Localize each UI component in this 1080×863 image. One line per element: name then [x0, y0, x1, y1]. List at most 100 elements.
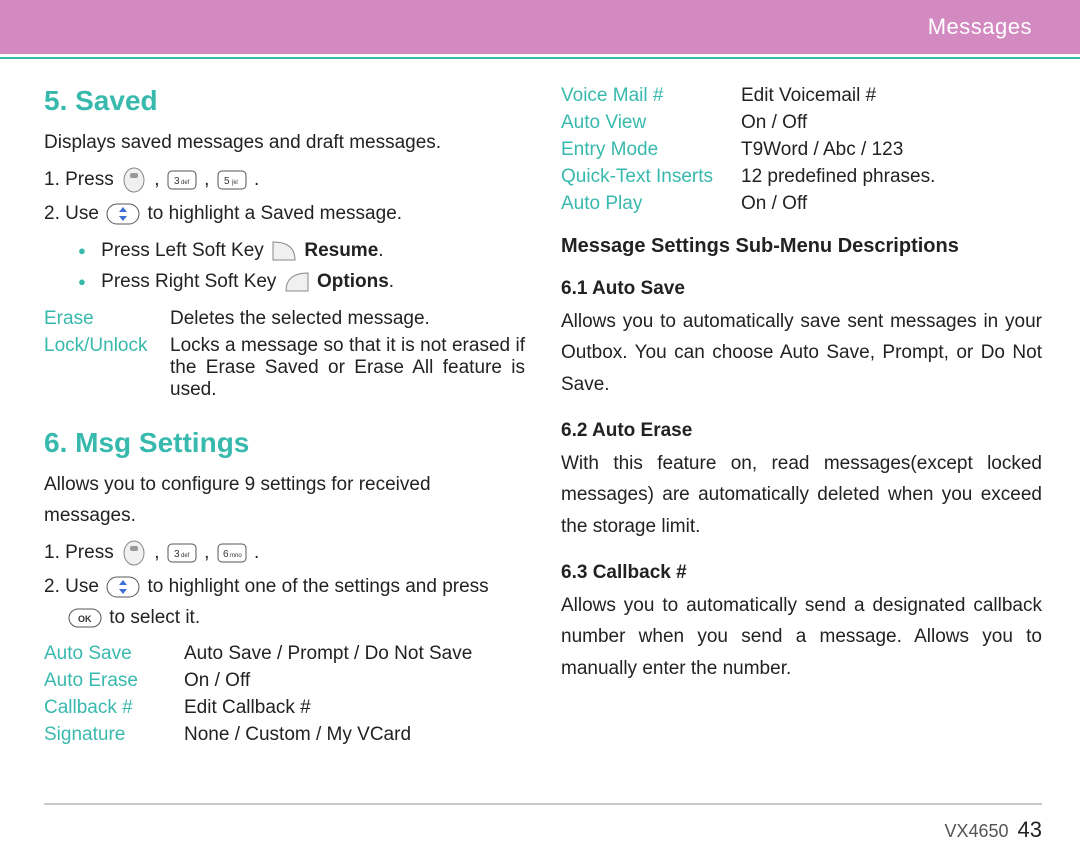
- footer-model: VX4650: [944, 821, 1008, 841]
- ok-key-icon: [121, 167, 147, 193]
- saved-step-2: 2. Use to highlight a Saved message.: [44, 198, 525, 229]
- footer-text: VX4650 43: [0, 817, 1080, 863]
- left-softkey-icon: [271, 240, 297, 262]
- bullet1-bold: Resume: [304, 240, 378, 261]
- bullet2-bold: Options: [317, 271, 389, 292]
- svg-text:OK: OK: [78, 614, 92, 624]
- row-voicemail: Voice Mail # Edit Voicemail #: [561, 85, 1042, 107]
- t-sig: Signature: [44, 724, 184, 746]
- t-em: Entry Mode: [561, 139, 741, 161]
- mp1: .: [249, 542, 260, 563]
- row-erase: Erase Deletes the selected message.: [44, 308, 525, 330]
- heading-msg-settings: 6. Msg Settings: [44, 427, 525, 459]
- val-erase: Deletes the selected message.: [170, 308, 525, 330]
- term-lock: Lock/Unlock: [44, 335, 170, 357]
- ms2-pre: 2. Use: [44, 576, 104, 597]
- svg-text:jkl: jkl: [231, 180, 238, 186]
- ms2-post: to select it.: [109, 607, 200, 628]
- ok-text-key-icon: OK: [68, 608, 102, 628]
- bullet1-pre: Press Left Soft Key: [101, 240, 269, 261]
- heading-saved: 5. Saved: [44, 85, 525, 117]
- ms2-mid: to highlight one of the settings and pre…: [147, 576, 488, 597]
- svg-text:def: def: [181, 180, 190, 186]
- sub-menu-heading: Message Settings Sub-Menu Descriptions: [561, 235, 1042, 258]
- saved-intro: Displays saved messages and draft messag…: [44, 127, 525, 158]
- msg-steps: 1. Press , 3def , 6mno . 2. Use: [44, 537, 525, 633]
- v-ap: On / Off: [741, 193, 1042, 215]
- section-title: Messages: [928, 14, 1032, 40]
- heading-autoerase: 6.2 Auto Erase: [561, 420, 1042, 442]
- v-as: Auto Save / Prompt / Do Not Save: [184, 643, 525, 665]
- footer-page: 43: [1018, 817, 1042, 842]
- footer-divider: [44, 803, 1042, 805]
- nav-key-icon: [106, 203, 140, 225]
- bullet-options: Press Right Soft Key Options.: [78, 266, 525, 297]
- nav-key-icon2: [106, 576, 140, 598]
- key-6-icon: 6mno: [217, 543, 247, 563]
- ms1-pre: 1. Press: [44, 542, 119, 563]
- v-vm: Edit Voicemail #: [741, 85, 1042, 107]
- bullet-resume: Press Left Soft Key Resume.: [78, 235, 525, 266]
- t-as: Auto Save: [44, 643, 184, 665]
- msg-intro: Allows you to configure 9 settings for r…: [44, 469, 525, 532]
- footer: VX4650 43: [0, 803, 1080, 863]
- msg-settings-table: Auto Save Auto Save / Prompt / Do Not Sa…: [44, 643, 525, 746]
- msg-step-2: 2. Use to highlight one of the settings …: [44, 571, 525, 634]
- row-lock: Lock/Unlock Locks a message so that it i…: [44, 335, 525, 401]
- t-ae: Auto Erase: [44, 670, 184, 692]
- step2-pre: 2. Use: [44, 203, 104, 224]
- period1: .: [249, 169, 260, 190]
- right-softkey-icon: [284, 271, 310, 293]
- t-ap: Auto Play: [561, 193, 741, 215]
- row-autoerase: Auto Erase On / Off: [44, 670, 525, 692]
- v-em: T9Word / Abc / 123: [741, 139, 1042, 161]
- step2-post: to highlight a Saved message.: [147, 203, 402, 224]
- mc2: ,: [199, 542, 215, 563]
- t-qt: Quick-Text Inserts: [561, 166, 741, 188]
- ok-key-icon2: [121, 540, 147, 566]
- t-vm: Voice Mail #: [561, 85, 741, 107]
- key-3-icon2: 3def: [167, 543, 197, 563]
- saved-steps: 1. Press , 3def , 5jkl . 2. Use: [44, 164, 525, 229]
- row-entrymode: Entry Mode T9Word / Abc / 123: [561, 139, 1042, 161]
- v-av: On / Off: [741, 112, 1042, 134]
- svg-text:mno: mno: [230, 553, 242, 559]
- v-qt: 12 predefined phrases.: [741, 166, 1042, 188]
- v-cb: Edit Callback #: [184, 697, 525, 719]
- row-signature: Signature None / Custom / My VCard: [44, 724, 525, 746]
- row-quicktext: Quick-Text Inserts 12 predefined phrases…: [561, 166, 1042, 188]
- mc1: ,: [149, 542, 165, 563]
- comma1: ,: [149, 169, 165, 190]
- key-5-icon: 5jkl: [217, 170, 247, 190]
- content-wrap: 5. Saved Displays saved messages and dra…: [0, 67, 1080, 751]
- heading-callback: 6.3 Callback #: [561, 562, 1042, 584]
- row-autoplay: Auto Play On / Off: [561, 193, 1042, 215]
- saved-options-table: Erase Deletes the selected message. Lock…: [44, 308, 525, 401]
- svg-text:def: def: [181, 553, 190, 559]
- val-lock: Locks a message so that it is not erased…: [170, 335, 525, 401]
- row-autoview: Auto View On / Off: [561, 112, 1042, 134]
- term-erase: Erase: [44, 308, 170, 330]
- msg-step-1: 1. Press , 3def , 6mno .: [44, 537, 525, 568]
- right-settings-table: Voice Mail # Edit Voicemail # Auto View …: [561, 85, 1042, 215]
- bullet2-pre: Press Right Soft Key: [101, 271, 282, 292]
- svg-text:5: 5: [224, 176, 230, 187]
- body-autoerase: With this feature on, read messages(exce…: [561, 448, 1042, 542]
- t-cb: Callback #: [44, 697, 184, 719]
- key-3-icon: 3def: [167, 170, 197, 190]
- svg-text:3: 3: [174, 549, 180, 560]
- svg-text:6: 6: [223, 549, 229, 560]
- b2-dot: .: [389, 271, 394, 292]
- body-callback: Allows you to automatically send a desig…: [561, 590, 1042, 684]
- v-sig: None / Custom / My VCard: [184, 724, 525, 746]
- b1-dot: .: [378, 240, 383, 261]
- row-callback: Callback # Edit Callback #: [44, 697, 525, 719]
- left-column: 5. Saved Displays saved messages and dra…: [44, 79, 525, 751]
- comma2: ,: [199, 169, 215, 190]
- header-bar: Messages: [0, 0, 1080, 54]
- body-autosave: Allows you to automatically save sent me…: [561, 306, 1042, 400]
- saved-step-1: 1. Press , 3def , 5jkl .: [44, 164, 525, 195]
- right-column: Voice Mail # Edit Voicemail # Auto View …: [561, 79, 1042, 751]
- row-autosave: Auto Save Auto Save / Prompt / Do Not Sa…: [44, 643, 525, 665]
- div-teal: [0, 57, 1080, 59]
